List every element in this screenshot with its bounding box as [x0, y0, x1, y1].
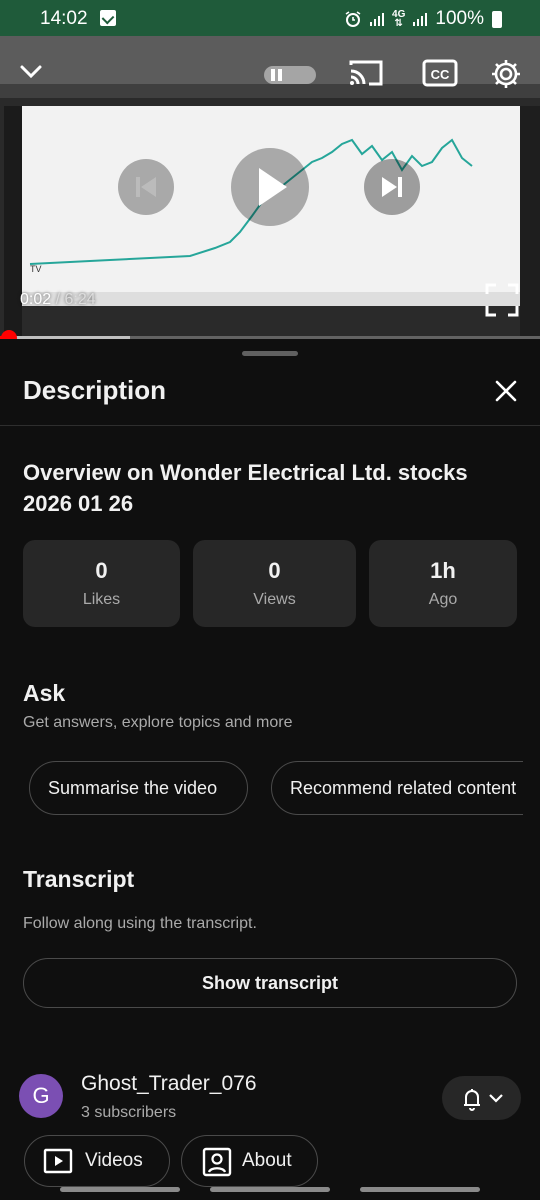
transcript-heading: Transcript — [23, 866, 135, 892]
settings-gear-icon[interactable] — [490, 58, 522, 90]
upload-age-label: Ago — [428, 591, 458, 608]
duration: 6:24 — [64, 291, 96, 308]
about-label: About — [242, 1150, 292, 1171]
videos-label: Videos — [85, 1150, 143, 1171]
battery-icon — [492, 10, 502, 28]
collapse-chevron-icon[interactable] — [18, 58, 44, 84]
video-timecode: 0:02 / 6:24 — [20, 291, 96, 308]
channel-avatar[interactable]: G — [19, 1074, 63, 1118]
bell-icon — [464, 1089, 503, 1111]
notification-icon — [100, 10, 116, 26]
sheet-title: Description — [23, 375, 167, 405]
wifi-signal-icon — [370, 12, 385, 26]
current-time: 0:02 — [20, 291, 52, 308]
cell-signal-icon — [413, 12, 428, 26]
summarise-video-chip[interactable]: Summarise the video — [29, 761, 248, 815]
status-icons: 4G ⇅ 100% — [344, 8, 502, 30]
sheet-drag-handle[interactable] — [242, 351, 298, 356]
views-count: 0 — [268, 558, 281, 583]
recommend-related-chip[interactable]: Recommend related content — [271, 761, 523, 815]
network-type: 4G ⇅ — [392, 9, 406, 29]
video-player[interactable]: TV CC 0:02 / 6:24 — [0, 36, 540, 336]
ask-chips: Summarise the video Recommend related co… — [0, 761, 523, 817]
channel-about-button[interactable]: About — [181, 1135, 318, 1187]
gesture-bar-home[interactable] — [210, 1187, 330, 1192]
captions-button[interactable]: CC — [422, 58, 458, 88]
alarm-icon — [345, 11, 361, 27]
captions-icon: CC — [422, 59, 458, 87]
transcript-subtitle: Follow along using the transcript. — [23, 915, 257, 932]
subscriber-count: 3 subscribers — [81, 1104, 177, 1121]
upload-age-stat: 1h Ago — [369, 540, 517, 627]
divider — [0, 425, 540, 426]
description-sheet: Description Overview on Wonder Electrica… — [0, 339, 540, 1200]
cast-icon[interactable] — [348, 58, 384, 88]
close-icon[interactable] — [490, 375, 522, 407]
gesture-bar — [0, 1182, 540, 1200]
person-icon — [202, 1147, 232, 1177]
video-title: Overview on Wonder Electrical Ltd. stock… — [23, 460, 468, 516]
ask-subtitle: Get answers, explore topics and more — [23, 714, 293, 731]
notifications-button[interactable] — [442, 1076, 521, 1120]
ask-heading: Ask — [23, 680, 66, 706]
likes-label: Likes — [82, 591, 121, 608]
svg-text:CC: CC — [431, 67, 450, 82]
gesture-bar-right — [360, 1187, 480, 1192]
likes-count: 0 — [95, 558, 108, 583]
views-stat: 0 Views — [193, 540, 356, 627]
status-time: 14:02 — [40, 8, 88, 29]
fullscreen-icon[interactable] — [484, 282, 520, 318]
views-label: Views — [253, 591, 296, 608]
svg-text:TV: TV — [30, 264, 42, 274]
channel-name[interactable]: Ghost_Trader_076 — [81, 1072, 257, 1096]
next-video-icon[interactable] — [364, 159, 420, 215]
battery-percent: 100% — [435, 8, 484, 29]
channel-videos-button[interactable]: Videos — [24, 1135, 170, 1187]
video-play-icon — [43, 1148, 73, 1174]
play-icon[interactable] — [231, 148, 309, 226]
upload-age-value: 1h — [430, 558, 456, 583]
previous-video-icon[interactable] — [118, 159, 174, 215]
autoplay-toggle[interactable] — [264, 64, 316, 86]
show-transcript-button[interactable]: Show transcript — [23, 958, 517, 1008]
likes-stat: 0 Likes — [23, 540, 180, 627]
status-bar: 14:02 4G ⇅ 100% — [0, 0, 540, 36]
gesture-bar-left — [60, 1187, 180, 1192]
